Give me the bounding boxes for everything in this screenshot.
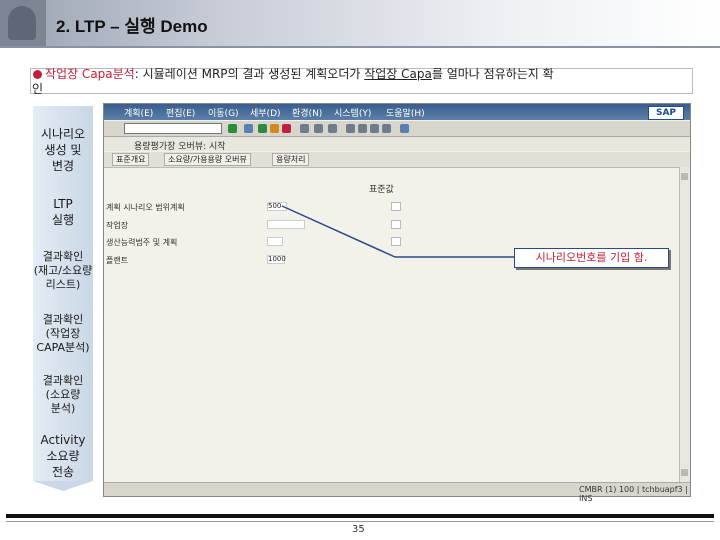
- footer-rule: [6, 514, 714, 518]
- footer-rule-thin: [6, 521, 714, 522]
- callout-box: 시나리오번호를 기입 함.: [514, 248, 669, 268]
- page-number: 35: [352, 524, 365, 535]
- callout-line: [281, 205, 396, 258]
- callout-connector: [281, 205, 514, 258]
